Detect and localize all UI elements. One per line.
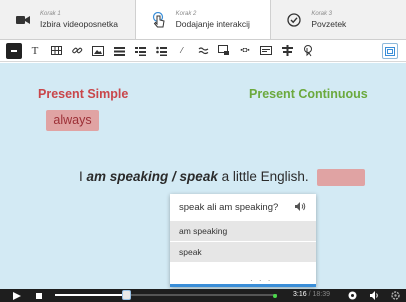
single-choice-icon[interactable]	[132, 43, 148, 59]
link-icon[interactable]	[69, 43, 85, 59]
present-simple-heading: Present Simple	[38, 87, 129, 101]
step-number: Korak 3	[311, 10, 333, 17]
true-false-icon[interactable]: ⁄	[174, 43, 190, 59]
step-title: Povzetek	[311, 18, 347, 29]
check-circle-icon	[285, 11, 303, 29]
settings-icon[interactable]	[391, 291, 400, 302]
text-icon[interactable]: T	[27, 43, 43, 59]
present-continuous-heading: Present Continuous	[249, 87, 368, 101]
step-title: Dodajanje interakcij	[175, 18, 250, 29]
current-time: 3:16	[293, 291, 307, 298]
step-number: Korak 2	[175, 10, 197, 17]
video-player-controls: 3:16 / 18:39	[0, 289, 406, 302]
answer-option[interactable]: speak	[170, 242, 316, 262]
stop-icon[interactable]	[36, 293, 42, 299]
statements-icon[interactable]	[111, 43, 127, 59]
chapter-marker-icon[interactable]	[273, 294, 277, 298]
play-icon[interactable]	[13, 292, 21, 300]
fullscreen-icon[interactable]	[382, 43, 398, 59]
step-tab-select-video[interactable]: Korak 1 Izbira videoposnetka	[0, 0, 135, 39]
answer-hotspot[interactable]	[317, 169, 365, 186]
step-title: Izbira videoposnetka	[40, 18, 118, 29]
question-text: speak ali am speaking?	[179, 201, 279, 213]
multiple-choice-icon[interactable]	[153, 43, 169, 59]
image-icon[interactable]	[90, 43, 106, 59]
interactions-toolbar: T ⁄ ▪◘▪	[0, 40, 406, 62]
popup-question: speak ali am speaking?	[170, 194, 316, 220]
sentence-end: a little English.	[217, 169, 309, 184]
step-number: Korak 1	[40, 10, 61, 17]
drag-drop-icon[interactable]	[258, 43, 274, 59]
step-navigation: Korak 1 Izbira videoposnetka Korak 2 Dod…	[0, 0, 406, 40]
label-icon[interactable]	[6, 42, 22, 59]
volume-icon[interactable]	[370, 291, 380, 302]
question-popup: speak ali am speaking? am speaking speak…	[170, 194, 316, 287]
bookmarks-icon[interactable]	[348, 291, 357, 302]
seek-bar[interactable]	[55, 294, 277, 296]
mark-words-icon[interactable]: ▪◘▪	[237, 43, 253, 59]
hand-pointer-icon	[150, 11, 168, 29]
time-display: 3:16 / 18:39	[293, 291, 330, 298]
video-camera-icon	[14, 11, 32, 29]
step-tab-summary[interactable]: Korak 3 Povzetek	[271, 0, 406, 39]
seek-handle[interactable]	[122, 290, 132, 300]
sentence-start: I	[79, 169, 87, 184]
table-icon[interactable]	[48, 43, 64, 59]
step-tab-add-interactions[interactable]: Korak 2 Dodajanje interakcij	[134, 0, 272, 39]
video-stage: Present Simple Present Continuous always…	[0, 63, 406, 289]
navigation-hotspot-icon[interactable]	[300, 43, 316, 59]
fill-blanks-icon[interactable]	[195, 43, 211, 59]
drag-text-icon[interactable]	[216, 43, 232, 59]
crossroads-icon[interactable]	[279, 43, 295, 59]
sentence-text: I am speaking / speak a little English.	[79, 169, 309, 184]
total-time: 18:39	[312, 291, 330, 298]
keyword-label[interactable]: always	[46, 110, 99, 131]
speaker-icon[interactable]	[295, 202, 306, 214]
sentence-choice: am speaking / speak	[86, 169, 218, 184]
answer-option[interactable]: am speaking	[170, 221, 316, 241]
seek-bar-fill	[55, 294, 127, 296]
popup-progress-bar	[170, 284, 316, 287]
